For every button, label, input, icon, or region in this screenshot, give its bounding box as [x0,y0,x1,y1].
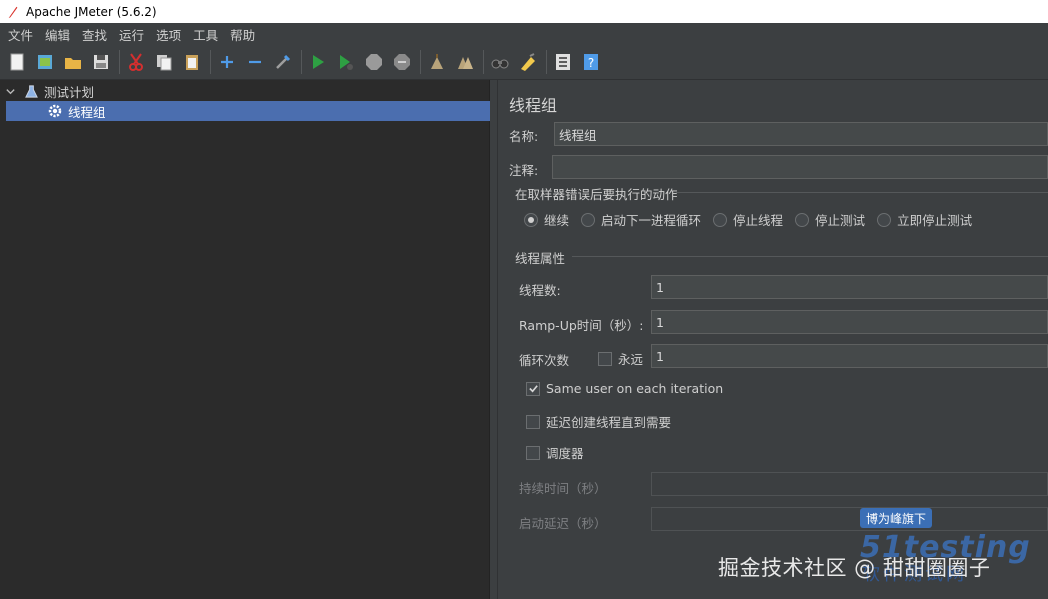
radio-dot[interactable] [877,212,892,227]
threads-input[interactable]: 1 [651,275,1048,299]
collapse-icon[interactable] [243,49,267,75]
menu-options[interactable]: 选项 [150,25,187,44]
start-icon[interactable] [306,49,330,75]
toolbar-separator [420,50,421,74]
radio-continue[interactable]: 继续 [524,210,569,229]
loop-count-label: 循环次数 [519,353,570,368]
tree-node-test-plan[interactable]: 测试计划 [0,81,490,101]
shutdown-icon[interactable] [390,49,414,75]
startup-delay-input[interactable] [651,507,1048,531]
cut-icon[interactable] [124,49,148,75]
duration-label: 持续时间（秒） [519,481,607,496]
test-plan-tree: 测试计划 线程组 [0,80,490,599]
menu-run[interactable]: 运行 [113,25,150,44]
comment-input[interactable] [552,155,1048,179]
thread-group-panel: 线程组 名称: 线程组 注释: 在取样器错误后要执行的动作 继续 启动下一进程循… [498,80,1048,599]
paste-icon[interactable] [180,49,204,75]
name-label: 名称: [509,129,539,144]
menu-tools[interactable]: 工具 [187,25,224,44]
menu-file[interactable]: 文件 [2,25,39,44]
toolbar-separator [119,50,120,74]
title-bar: Apache JMeter (5.6.2) [0,0,1048,23]
stop-icon[interactable] [362,49,386,75]
juejin-watermark: 掘金技术社区 @ 甜甜圈圈子 [718,556,991,580]
delay-thread-creation-checkbox[interactable]: 延迟创建线程直到需要 [526,412,671,431]
toolbar-separator [210,50,211,74]
forever-checkbox[interactable]: 永远 [598,349,643,368]
templates-icon[interactable] [33,49,57,75]
startup-delay-label: 启动延迟（秒） [519,516,607,531]
save-icon[interactable] [89,49,113,75]
scheduler-checkbox[interactable]: 调度器 [526,443,584,462]
expand-icon[interactable] [215,49,239,75]
error-action-section-title: 在取样器错误后要执行的动作 [515,187,678,202]
function-helper-icon[interactable] [551,49,575,75]
svg-text:?: ? [588,56,594,70]
duration-input[interactable] [651,472,1048,496]
comment-label: 注释: [509,163,539,178]
radio-dot[interactable] [581,212,596,227]
section-divider [572,256,1048,257]
toolbar-separator [546,50,547,74]
toolbar-separator [483,50,484,74]
checkbox-box[interactable] [526,445,540,460]
checkbox-box[interactable] [598,351,612,366]
radio-dot[interactable] [524,212,538,227]
jmeter-feather-icon [4,3,22,21]
search-icon[interactable] [488,49,512,75]
toolbar: ? [0,45,1048,80]
gear-icon [46,102,64,120]
error-action-radio-group: 继续 启动下一进程循环 停止线程 停止测试 立即停止测试 [524,210,984,229]
section-divider [676,192,1048,193]
radio-dot[interactable] [713,212,728,227]
test-plan-flask-icon [22,82,40,100]
thread-properties-section-title: 线程属性 [515,251,566,266]
menu-edit[interactable]: 编辑 [39,25,76,44]
same-user-checkbox[interactable]: Same user on each iteration [526,381,723,396]
tree-node-label: 线程组 [68,104,106,120]
tree-node-thread-group[interactable]: 线程组 [0,101,490,121]
clear-all-icon[interactable] [453,49,477,75]
menu-search[interactable]: 查找 [76,25,113,44]
menu-help[interactable]: 帮助 [224,25,261,44]
rampup-label: Ramp-Up时间（秒）: [519,318,644,333]
start-no-pause-icon[interactable] [334,49,358,75]
new-icon[interactable] [5,49,29,75]
loop-count-input[interactable]: 1 [651,344,1048,368]
reset-search-icon[interactable] [516,49,540,75]
radio-stop-test[interactable]: 停止测试 [795,210,865,229]
checkbox-box[interactable] [526,414,540,429]
clear-icon[interactable] [425,49,449,75]
window-title: Apache JMeter (5.6.2) [26,4,157,19]
name-input[interactable]: 线程组 [554,122,1048,146]
toolbar-separator [301,50,302,74]
open-icon[interactable] [61,49,85,75]
threads-label: 线程数: [519,283,561,298]
checkmark-icon [528,385,538,393]
copy-icon[interactable] [152,49,176,75]
menu-bar: 文件 编辑 查找 运行 选项 工具 帮助 [0,23,1048,45]
radio-start-next-loop[interactable]: 启动下一进程循环 [581,210,701,229]
help-icon[interactable]: ? [579,49,603,75]
rampup-input[interactable]: 1 [651,310,1048,334]
checkbox-box[interactable] [526,381,540,396]
radio-stop-thread[interactable]: 停止线程 [713,210,783,229]
radio-dot[interactable] [795,212,810,227]
toggle-icon[interactable] [271,49,295,75]
tree-node-label: 测试计划 [44,84,95,100]
split-pane-divider[interactable] [490,80,498,599]
page-title: 线程组 [509,96,558,115]
chevron-down-icon[interactable] [4,85,16,97]
watermark-badge: 博为峰旗下 [860,508,933,528]
radio-stop-test-now[interactable]: 立即停止测试 [877,210,972,229]
